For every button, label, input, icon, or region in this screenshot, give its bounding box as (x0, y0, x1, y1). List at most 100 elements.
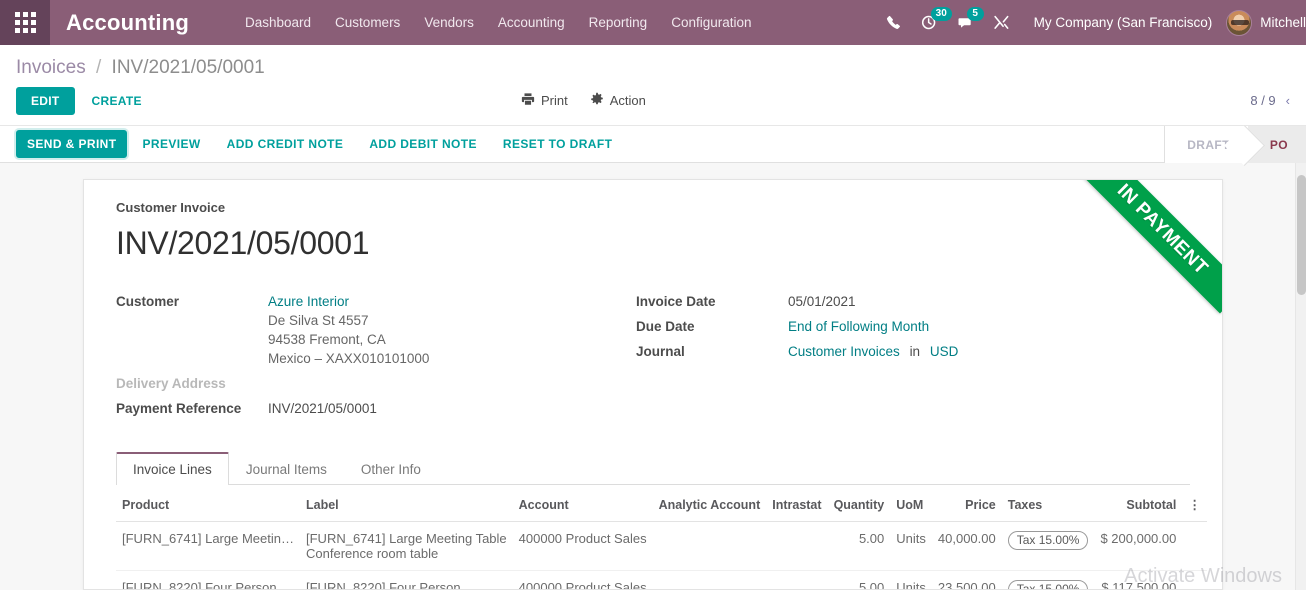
reset-to-draft-button[interactable]: RESET TO DRAFT (492, 130, 623, 158)
journal-value[interactable]: Customer Invoices (788, 344, 900, 359)
control-panel: Invoices / INV/2021/05/0001 EDIT CREATE … (0, 45, 1306, 126)
create-button[interactable]: CREATE (79, 87, 155, 115)
activity-clock-icon[interactable]: 30 (912, 0, 952, 45)
menu-item-reporting[interactable]: Reporting (577, 9, 660, 36)
action-label: Action (609, 93, 646, 108)
cell-account: 400000 Product Sales (512, 521, 653, 571)
cell-subtotal: $ 117,500.00 (1094, 570, 1183, 589)
cell-label-description: Conference room table (306, 546, 439, 561)
table-row[interactable]: [FURN_6741] Large Meeting… [FURN_6741] L… (116, 521, 1207, 571)
journal-value-block: Customer Invoices in USD (788, 342, 958, 361)
print-menu[interactable]: Print (521, 92, 568, 109)
avatar (1226, 9, 1253, 36)
phone-icon[interactable] (876, 0, 912, 45)
due-date-label: Due Date (636, 319, 695, 334)
column-subtotal: Subtotal (1094, 487, 1183, 522)
payment-reference-value[interactable]: INV/2021/05/0001 (268, 399, 377, 418)
company-switcher[interactable]: My Company (San Francisco) (1020, 15, 1227, 30)
invoice-header-left: Customer Azure Interior De Silva St 4557… (116, 292, 636, 424)
field-payment-reference: Payment Reference INV/2021/05/0001 (116, 399, 636, 418)
field-journal: Journal Customer Invoices in USD (636, 342, 1156, 361)
cell-label: [FURN_8220] Four Person (300, 570, 513, 590)
invoice-lines-table: Product Label Account Analytic Account I… (116, 487, 1207, 590)
invoice-date-value[interactable]: 05/01/2021 (788, 292, 856, 311)
field-invoice-date: Invoice Date 05/01/2021 (636, 292, 1156, 311)
cell-label-main: [FURN_8220] Four Person (306, 580, 461, 590)
status-stage-draft[interactable]: DRAFT (1165, 126, 1248, 163)
cell-quantity: 5.00 (827, 521, 891, 571)
tax-badge: Tax 15.00% (1007, 531, 1089, 550)
payment-reference-label: Payment Reference (116, 401, 242, 416)
printer-icon (521, 92, 535, 109)
apps-grid-icon (14, 12, 36, 33)
menu-item-configuration[interactable]: Configuration (659, 9, 763, 36)
navbar-systray: 30 5 My Company (San Francisco) Mitchell (876, 0, 1306, 45)
invoice-date-label: Invoice Date (636, 294, 716, 309)
cell-label: [FURN_6741] Large Meeting Table Conferen… (300, 521, 513, 571)
pager-previous-button[interactable]: ‹ (1286, 93, 1290, 108)
pager-value: 8 / 9 (1250, 93, 1276, 108)
due-date-value[interactable]: End of Following Month (788, 317, 929, 336)
field-due-date: Due Date End of Following Month (636, 317, 1156, 336)
column-product: Product (116, 487, 300, 522)
vertical-dots-icon[interactable]: ⋮ (1182, 487, 1207, 522)
table-body: [FURN_6741] Large Meeting… [FURN_6741] L… (116, 521, 1207, 590)
invoice-header-fields: Customer Azure Interior De Silva St 4557… (116, 292, 1190, 424)
status-stages: DRAFT PO (1164, 126, 1306, 163)
menu-item-vendors[interactable]: Vendors (412, 9, 486, 36)
preview-button[interactable]: PREVIEW (131, 130, 211, 158)
action-menu[interactable]: Action (590, 92, 646, 109)
breadcrumb-separator: / (95, 57, 102, 78)
edit-button[interactable]: EDIT (16, 87, 75, 115)
app-brand-title[interactable]: Accounting (66, 10, 189, 36)
vertical-scrollbar[interactable] (1295, 163, 1306, 590)
user-menu[interactable]: Mitchell (1226, 9, 1306, 36)
cell-product-text: [FURN_8220] Four Person D… (122, 580, 294, 590)
scrollbar-thumb[interactable] (1297, 175, 1306, 295)
tab-journal-items[interactable]: Journal Items (229, 452, 344, 485)
main-menu: Dashboard Customers Vendors Accounting R… (233, 9, 764, 36)
user-name: Mitchell (1260, 15, 1306, 30)
menu-item-dashboard[interactable]: Dashboard (233, 9, 323, 36)
menu-item-customers[interactable]: Customers (323, 9, 412, 36)
menu-item-accounting[interactable]: Accounting (486, 9, 577, 36)
messages-chat-icon[interactable]: 5 (948, 0, 984, 45)
table-row[interactable]: [FURN_8220] Four Person D… [FURN_8220] F… (116, 570, 1207, 590)
print-label: Print (541, 93, 568, 108)
field-delivery-address: Delivery Address (116, 374, 636, 393)
send-and-print-button[interactable]: SEND & PRINT (16, 130, 128, 158)
pager: 8 / 9 ‹ (1250, 87, 1290, 108)
table-header-row: Product Label Account Analytic Account I… (116, 487, 1207, 522)
cell-product: [FURN_6741] Large Meeting… (116, 521, 300, 571)
cell-options (1182, 521, 1207, 571)
cell-price: 40,000.00 (931, 521, 1002, 571)
cell-quantity: 5.00 (827, 570, 891, 589)
tab-other-info[interactable]: Other Info (344, 452, 438, 485)
cell-intrastat (766, 521, 828, 571)
invoice-notebook: Invoice Lines Journal Items Other Info P… (116, 452, 1207, 589)
table-header: Product Label Account Analytic Account I… (116, 487, 1207, 522)
control-panel-actions: Print Action (521, 87, 646, 109)
add-debit-note-button[interactable]: ADD DEBIT NOTE (358, 130, 488, 158)
cell-product-text: [FURN_6741] Large Meeting… (122, 531, 294, 546)
cell-subtotal: $ 200,000.00 (1094, 521, 1183, 571)
cell-options (1182, 570, 1207, 589)
document-type-label: Customer Invoice (116, 200, 226, 215)
breadcrumb-invoices-link[interactable]: Invoices (16, 57, 86, 78)
customer-name-link[interactable]: Azure Interior (268, 292, 429, 311)
column-account: Account (512, 487, 653, 522)
tab-invoice-lines[interactable]: Invoice Lines (116, 452, 229, 485)
cell-analytic-account (652, 570, 767, 589)
column-quantity: Quantity (827, 487, 891, 522)
add-credit-note-button[interactable]: ADD CREDIT NOTE (216, 130, 355, 158)
form-statusbar: SEND & PRINT PREVIEW ADD CREDIT NOTE ADD… (0, 126, 1306, 163)
tools-debug-icon[interactable] (984, 0, 1020, 45)
column-analytic-account: Analytic Account (652, 487, 767, 522)
journal-currency[interactable]: USD (930, 344, 959, 359)
cell-uom: Units (890, 521, 932, 571)
invoice-sheet: IN PAYMENT Customer Invoice INV/2021/05/… (83, 179, 1223, 590)
cell-price: 23,500.00 (931, 570, 1002, 589)
page-title: INV/2021/05/0001 (116, 225, 370, 261)
apps-menu-button[interactable] (0, 0, 50, 45)
messages-count-badge: 5 (966, 7, 984, 21)
